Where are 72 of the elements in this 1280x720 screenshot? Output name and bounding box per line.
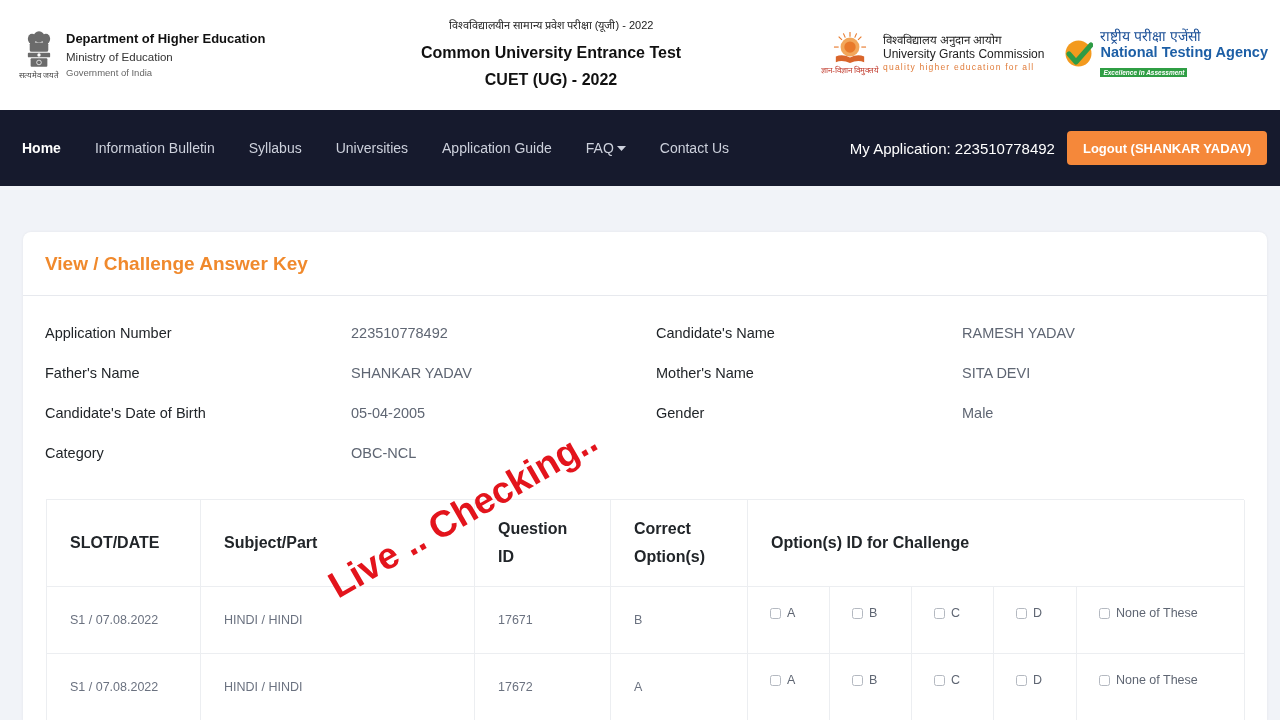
field-label: Gender (656, 405, 705, 421)
column-header: Option(s) ID for Challenge (771, 533, 970, 553)
ugc-name: University Grants Commission (883, 47, 1045, 61)
field-value: SITA DEVI (962, 365, 1031, 381)
challenge-option[interactable]: B (852, 606, 878, 620)
sun-emblem-icon (833, 30, 868, 65)
field-label: Category (45, 445, 104, 461)
challenge-option[interactable]: C (934, 673, 961, 687)
ugc-name-hindi: विश्वविद्यालय अनुदान आयोग (883, 33, 1003, 47)
checkbox[interactable] (852, 607, 863, 619)
nav-link[interactable]: Information Bulletin (94, 140, 215, 156)
exam-code: CUET (UG) - 2022 (483, 70, 619, 90)
nav-link[interactable]: FAQ (585, 140, 626, 156)
checkbox[interactable] (852, 674, 863, 686)
nta-name: National Testing Agency (1100, 43, 1268, 61)
checkbox[interactable] (1016, 674, 1027, 686)
field-value: 223510778492 (351, 325, 448, 341)
field-value: 05-04-2005 (351, 405, 426, 421)
field-label: Candidate's Name (656, 325, 775, 341)
field-label: Mother's Name (656, 365, 754, 381)
checkbox[interactable] (934, 674, 945, 686)
checkbox[interactable] (1099, 674, 1110, 686)
table-cell: S1 / 07.08.2022 (70, 613, 159, 627)
field-value: OBC-NCL (351, 445, 417, 461)
table-cell: 17671 (498, 613, 533, 627)
government-name: Government of India (66, 67, 154, 79)
ministry-name: Ministry of Education (66, 50, 174, 64)
checkbox[interactable] (1099, 607, 1110, 619)
challenge-option[interactable]: B (852, 673, 878, 687)
field-value: SHANKAR YADAV (351, 365, 472, 381)
application-number: My Application: 223510778492 (849, 139, 1055, 157)
field-label: Father's Name (45, 365, 140, 381)
challenge-option[interactable]: D (1016, 673, 1043, 687)
field-value: Male (962, 405, 994, 421)
challenge-option[interactable]: A (770, 606, 796, 620)
challenge-option[interactable]: C (934, 606, 961, 620)
emblem-motto: सत्यमेव जयते (18, 71, 60, 81)
nav-link[interactable]: Contact Us (659, 140, 730, 156)
column-header: Correct Option(s) (634, 519, 707, 567)
challenge-option[interactable]: None of These (1099, 673, 1198, 687)
checkbox[interactable] (770, 674, 781, 686)
department-name: Department of Higher Education (66, 31, 266, 47)
checkbox[interactable] (770, 607, 781, 619)
caret-icon (616, 145, 626, 151)
card-title: View / Challenge Answer Key (45, 252, 308, 275)
ugc-tagline: quality higher education for all (883, 61, 1036, 73)
challenge-option[interactable]: A (770, 673, 796, 687)
table-cell: A (634, 680, 643, 694)
ugc-motto: ज्ञान-विज्ञान विमुक्तये (821, 65, 880, 76)
field-value: RAMESH YADAV (962, 325, 1075, 341)
table-cell: HINDI / HINDI (224, 680, 303, 694)
column-header: Subject/Part (224, 533, 318, 553)
exam-title-hindi: विश्वविद्यालयीन सामान्य प्रवेश परीक्षा (यूजी) - 2022 (447, 18, 655, 34)
table-cell: 17672 (498, 680, 533, 694)
challenge-option[interactable]: D (1016, 606, 1043, 620)
nav-link[interactable]: Application Guide (442, 140, 552, 156)
nav-link[interactable]: Universities (335, 140, 409, 156)
exam-title: Common University Entrance Test (419, 43, 683, 63)
challenge-option[interactable]: None of These (1099, 606, 1198, 620)
table-cell: HINDI / HINDI (224, 613, 303, 627)
table-cell: S1 / 07.08.2022 (70, 680, 159, 694)
checkbox[interactable] (934, 607, 945, 619)
nta-name-hindi: राष्ट्रीय परीक्षा एजेंसी (1100, 27, 1203, 44)
nav-link[interactable]: Syllabus (248, 140, 302, 156)
emblem-icon (26, 29, 52, 69)
check-circle-icon (1064, 38, 1094, 68)
field-label: Application Number (45, 325, 172, 341)
field-label: Candidate's Date of Birth (45, 405, 206, 421)
checkbox[interactable] (1016, 607, 1027, 619)
column-header: SLOT/DATE (70, 533, 160, 553)
table-cell: B (634, 613, 643, 627)
nav-link[interactable]: Home (22, 140, 61, 156)
